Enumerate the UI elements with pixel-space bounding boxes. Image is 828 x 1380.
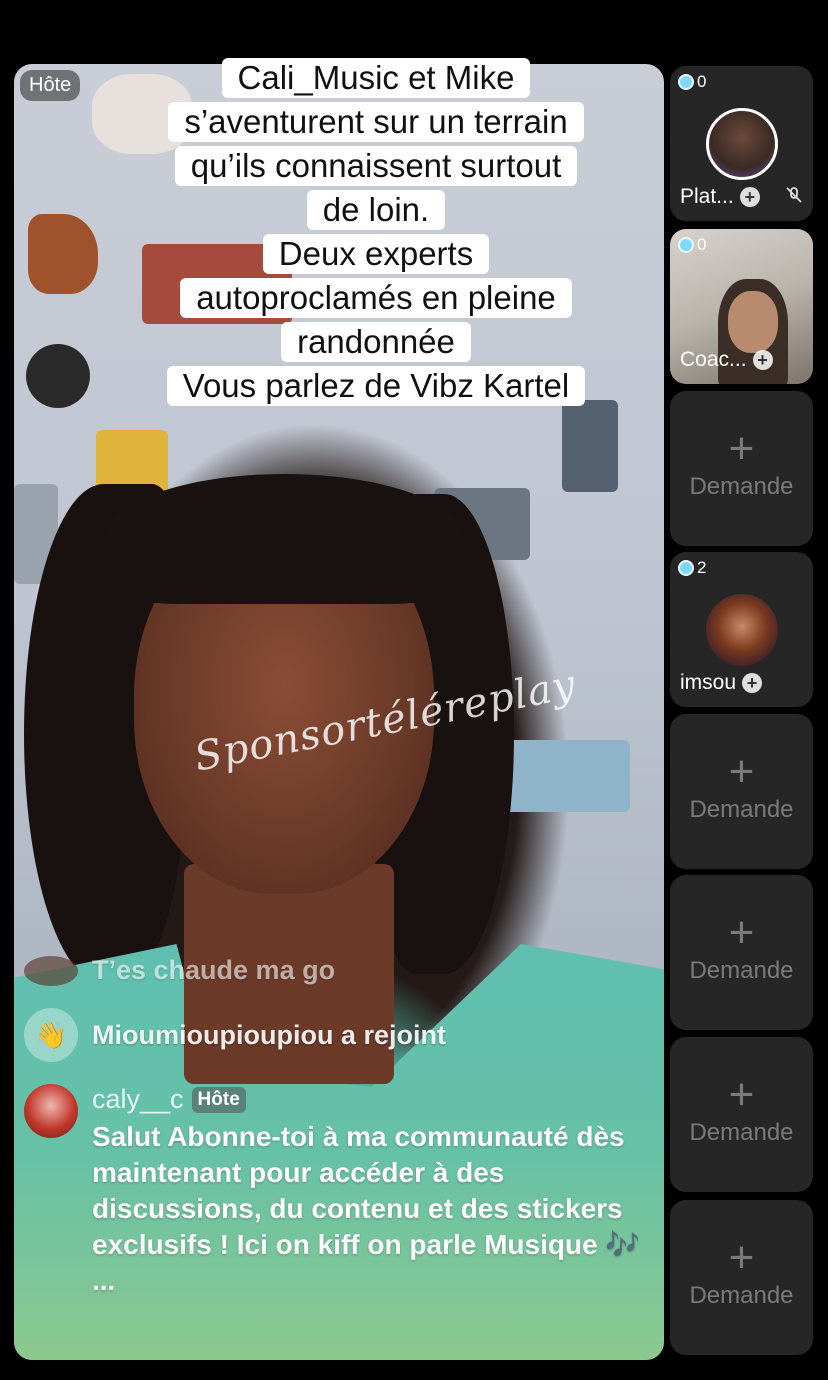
- request-tile[interactable]: + Demande: [670, 391, 813, 546]
- fridge-magnet: [562, 400, 618, 492]
- join-notice: 👋 Mioumioupioupiou a rejoint: [24, 1008, 654, 1062]
- hair: [104, 474, 464, 604]
- request-label: Demande: [689, 473, 794, 500]
- request-tile[interactable]: + Demande: [670, 1200, 813, 1355]
- guest-name: Coac...: [680, 348, 747, 371]
- gift-count-value: 0: [697, 235, 707, 254]
- guest-face: [728, 291, 778, 353]
- gift-count: 0: [678, 72, 706, 92]
- avatar: [706, 594, 778, 666]
- chat-comment: caly__c Hôte Salut Abonne-toi à ma commu…: [24, 1084, 654, 1299]
- gift-count: 0: [678, 235, 706, 255]
- caption-line: s’aventurent sur un terrain: [168, 102, 584, 142]
- avatar[interactable]: [24, 955, 78, 986]
- caption-line: Vous parlez de Vibz Kartel: [166, 366, 586, 406]
- caption-line: Cali_Music et Mike: [221, 58, 531, 98]
- avatar: [706, 108, 778, 180]
- guest-tile[interactable]: 0 Plat... +: [670, 66, 813, 221]
- gem-icon: [678, 560, 694, 576]
- follow-button[interactable]: +: [742, 673, 763, 693]
- caption-line: randonnée: [281, 322, 471, 362]
- plus-icon: +: [728, 747, 755, 796]
- chat-message: T’es chaude ma go: [24, 955, 654, 986]
- plus-icon: +: [728, 908, 755, 957]
- wave-icon: 👋: [24, 1008, 78, 1062]
- request-label: Demande: [689, 1119, 794, 1146]
- plus-icon: +: [728, 424, 755, 473]
- request-tile[interactable]: + Demande: [670, 875, 813, 1030]
- guest-name: Plat...: [680, 185, 734, 208]
- caption-line: qu’ils connaissent surtout: [174, 146, 578, 186]
- join-notice-text: Mioumioupioupiou a rejoint: [92, 1019, 446, 1050]
- follow-button[interactable]: +: [752, 350, 773, 370]
- request-label: Demande: [689, 957, 794, 984]
- caption-line: Deux experts: [262, 234, 490, 274]
- avatar[interactable]: [24, 1084, 78, 1138]
- guest-tile[interactable]: 2 imsou +: [670, 552, 813, 707]
- gift-count-value: 0: [697, 72, 707, 91]
- request-tile[interactable]: + Demande: [670, 714, 813, 869]
- caption-line: de loin.: [306, 190, 446, 230]
- caption-line: autoproclamés en pleine: [180, 278, 572, 318]
- plus-icon: +: [728, 1233, 755, 1282]
- comment-username[interactable]: caly__c: [92, 1084, 184, 1115]
- gem-icon: [678, 74, 694, 90]
- gem-icon: [678, 237, 694, 253]
- gift-count: 2: [678, 558, 706, 578]
- plus-icon: +: [728, 1070, 755, 1119]
- host-badge: Hôte: [191, 1086, 246, 1113]
- caption-overlay: Cali_Music et Mike s’aventurent sur un t…: [0, 58, 752, 410]
- chat-message-text: T’es chaude ma go: [92, 955, 336, 985]
- live-chat: T’es chaude ma go 👋 Mioumioupioupiou a r…: [24, 955, 654, 1299]
- request-label: Demande: [689, 1282, 794, 1309]
- comment-text: Salut Abonne-toi à ma communauté dès mai…: [92, 1121, 641, 1296]
- request-tile[interactable]: + Demande: [670, 1037, 813, 1192]
- fridge-magnet: [504, 740, 630, 812]
- guest-tile[interactable]: 0 Coac... +: [670, 229, 813, 384]
- mic-off-icon: [785, 186, 803, 209]
- guest-name: imsou: [680, 671, 737, 694]
- request-label: Demande: [689, 796, 794, 823]
- follow-button[interactable]: +: [739, 187, 760, 207]
- gift-count-value: 2: [697, 558, 707, 577]
